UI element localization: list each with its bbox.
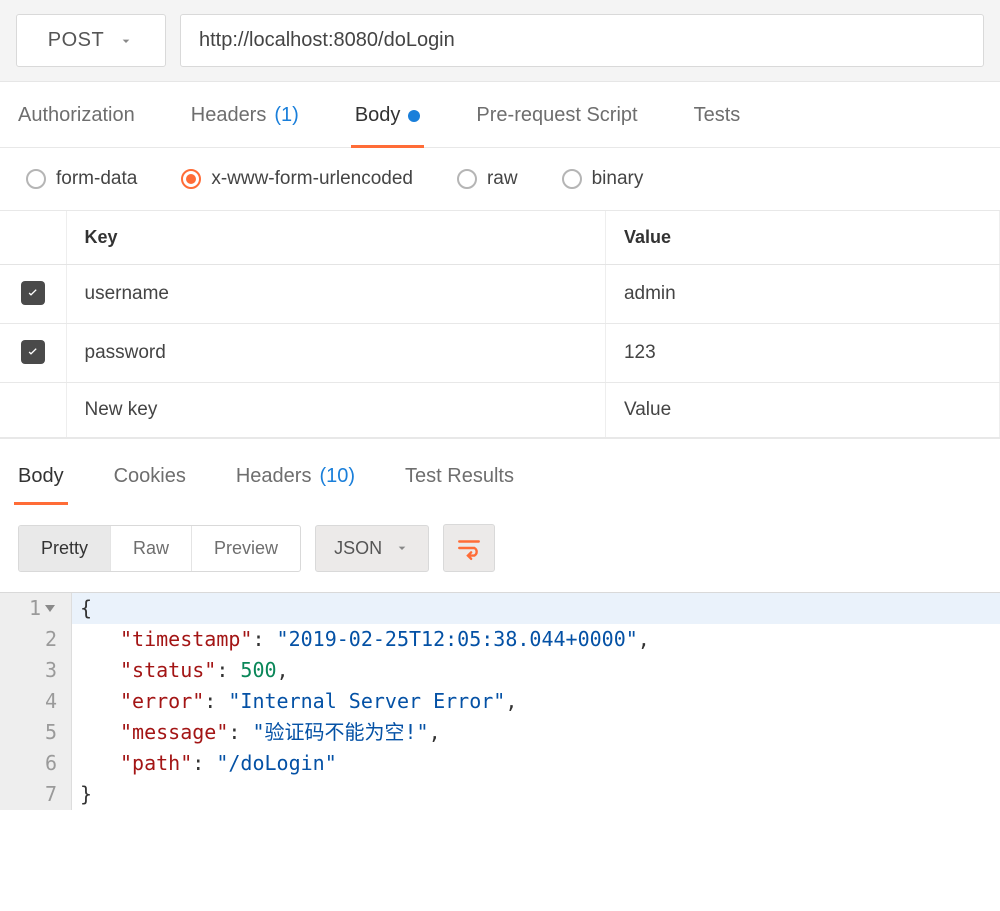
chevron-down-icon (118, 33, 134, 49)
tab-body[interactable]: Body (355, 104, 421, 147)
resp-headers-count: (10) (319, 465, 355, 488)
param-value-cell[interactable]: 123 (605, 324, 999, 383)
radio-label: form-data (56, 168, 137, 190)
resp-tab-cookies[interactable]: Cookies (114, 465, 186, 504)
table-row: usernameadmin (0, 265, 1000, 324)
radio-binary[interactable]: binary (562, 168, 644, 190)
resp-tab-body[interactable]: Body (18, 465, 64, 504)
radio-icon (26, 169, 46, 189)
chevron-down-icon (394, 540, 410, 556)
tab-tests[interactable]: Tests (694, 104, 741, 147)
http-method-select[interactable]: POST (16, 14, 166, 67)
tab-label: Headers (236, 465, 312, 488)
modified-dot-icon (408, 110, 420, 122)
radio-form-data[interactable]: form-data (26, 168, 137, 190)
resp-tab-testresults[interactable]: Test Results (405, 465, 514, 504)
response-tabs: Body Cookies Headers (10) Test Results (0, 438, 1000, 504)
json-code: { (72, 593, 92, 624)
header-key: Key (66, 211, 605, 265)
row-checkbox-cell[interactable] (0, 265, 66, 324)
tab-label: Cookies (114, 465, 186, 488)
row-checkbox-cell[interactable] (0, 324, 66, 383)
view-preview-button[interactable]: Preview (192, 526, 300, 571)
row-checkbox-cell[interactable] (0, 383, 66, 438)
line-number: 7 (0, 779, 72, 810)
radio-icon (457, 169, 477, 189)
table-row-placeholder: New keyValue (0, 383, 1000, 438)
view-pretty-button[interactable]: Pretty (19, 526, 111, 571)
wrap-icon (456, 535, 482, 561)
json-code: "timestamp": "2019-02-25T12:05:38.044+00… (72, 624, 650, 655)
param-key-placeholder[interactable]: New key (66, 383, 605, 438)
radio-label: binary (592, 168, 644, 190)
checkbox-checked-icon (21, 340, 45, 364)
tab-label: Tests (694, 104, 741, 127)
tab-label: Body (18, 465, 64, 488)
body-params-table: Key Value usernameadminpassword123New ke… (0, 211, 1000, 438)
json-code: "status": 500, (72, 655, 289, 686)
json-line: 3"status": 500, (0, 655, 1000, 686)
param-key-cell[interactable]: password (66, 324, 605, 383)
headers-count: (1) (274, 104, 298, 127)
response-json-viewer[interactable]: 1{2"timestamp": "2019-02-25T12:05:38.044… (0, 592, 1000, 810)
view-mode-group: Pretty Raw Preview (18, 525, 301, 572)
line-number: 6 (0, 748, 72, 779)
tab-label: Body (355, 104, 401, 127)
tab-prerequest[interactable]: Pre-request Script (476, 104, 637, 147)
request-tabs: Authorization Headers (1) Body Pre-reque… (0, 82, 1000, 148)
view-raw-button[interactable]: Raw (111, 526, 192, 571)
checkbox-checked-icon (21, 281, 45, 305)
tab-headers[interactable]: Headers (1) (191, 104, 299, 147)
tab-label: Test Results (405, 465, 514, 488)
line-number: 3 (0, 655, 72, 686)
json-line: 4"error": "Internal Server Error", (0, 686, 1000, 717)
radio-raw[interactable]: raw (457, 168, 518, 190)
request-bar: POST (0, 0, 1000, 82)
table-row: password123 (0, 324, 1000, 383)
response-toolbar: Pretty Raw Preview JSON (0, 504, 1000, 592)
param-value-cell[interactable]: admin (605, 265, 999, 324)
line-number: 4 (0, 686, 72, 717)
param-key-cell[interactable]: username (66, 265, 605, 324)
json-line: 7} (0, 779, 1000, 810)
radio-label: raw (487, 168, 518, 190)
line-number: 1 (0, 593, 72, 624)
format-label: JSON (334, 538, 382, 559)
url-input[interactable] (180, 14, 984, 67)
json-line: 2"timestamp": "2019-02-25T12:05:38.044+0… (0, 624, 1000, 655)
radio-icon (562, 169, 582, 189)
tab-label: Pre-request Script (476, 104, 637, 127)
param-value-placeholder[interactable]: Value (605, 383, 999, 438)
json-line: 6"path": "/doLogin" (0, 748, 1000, 779)
format-select[interactable]: JSON (315, 525, 429, 572)
fold-toggle-icon[interactable] (45, 605, 55, 612)
tab-label: Headers (191, 104, 267, 127)
json-code: "message": "验证码不能为空!", (72, 717, 441, 748)
radio-icon (181, 169, 201, 189)
header-checkbox-col (0, 211, 66, 265)
tab-authorization[interactable]: Authorization (18, 104, 135, 147)
json-code: "path": "/doLogin" (72, 748, 337, 779)
line-number: 5 (0, 717, 72, 748)
body-type-selector: form-data x-www-form-urlencoded raw bina… (0, 148, 1000, 211)
resp-tab-headers[interactable]: Headers (10) (236, 465, 355, 504)
line-number: 2 (0, 624, 72, 655)
http-method-label: POST (48, 29, 104, 52)
tab-label: Authorization (18, 104, 135, 127)
json-line: 5"message": "验证码不能为空!", (0, 717, 1000, 748)
radio-urlencoded[interactable]: x-www-form-urlencoded (181, 168, 413, 190)
json-code: "error": "Internal Server Error", (72, 686, 517, 717)
radio-label: x-www-form-urlencoded (211, 168, 413, 190)
wrap-lines-button[interactable] (443, 524, 495, 572)
json-line: 1{ (0, 593, 1000, 624)
json-code: } (72, 779, 92, 810)
header-value: Value (605, 211, 999, 265)
